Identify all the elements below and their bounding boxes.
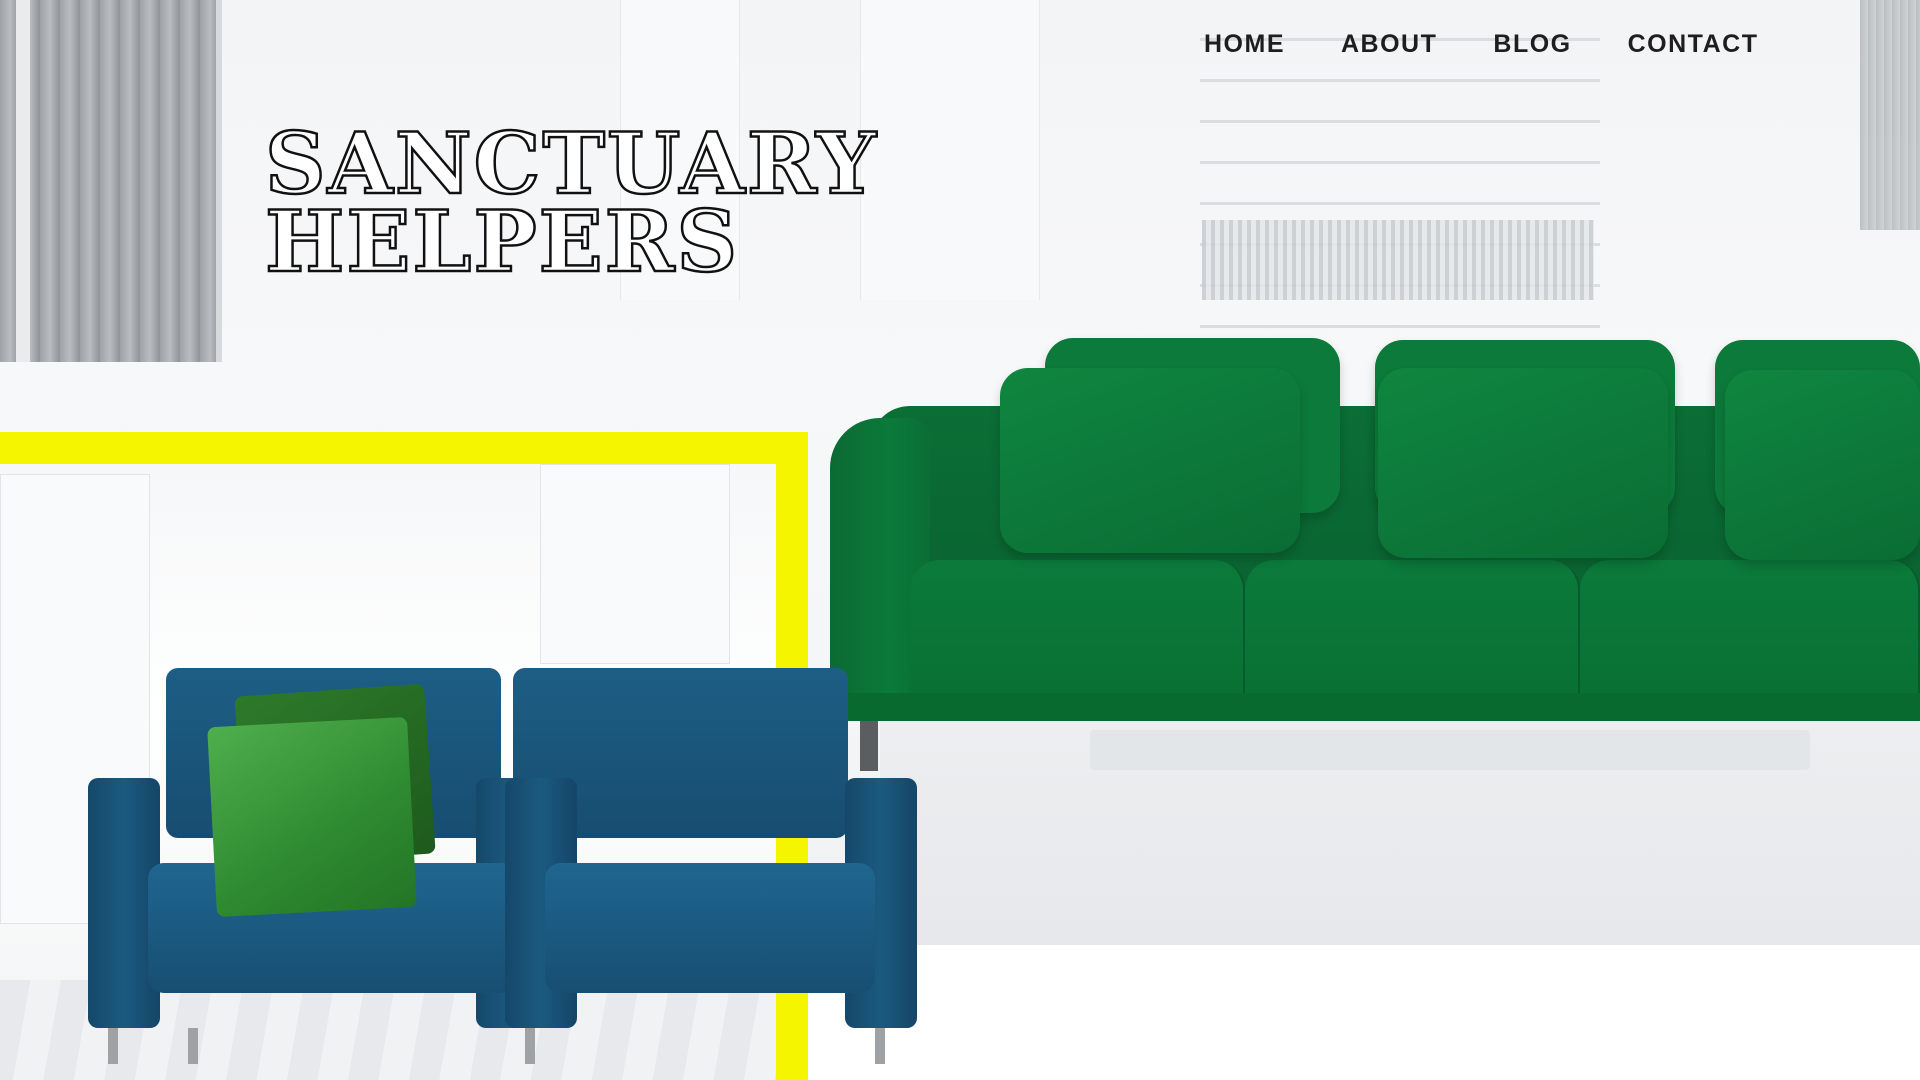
radiator <box>1202 220 1594 300</box>
window-left <box>0 0 222 362</box>
nav-contact-link[interactable]: CONTACT <box>1628 30 1759 59</box>
logo-line-2: HELPERS <box>264 192 740 291</box>
armchair-leg <box>525 1028 535 1064</box>
window-right <box>1860 0 1920 230</box>
armchair-seat <box>545 863 875 993</box>
nav-home-link[interactable]: HOME <box>1204 30 1285 59</box>
pillow-light-green <box>207 716 417 918</box>
armchair-leg <box>108 1028 118 1064</box>
blue-armchair-right <box>505 668 917 1080</box>
sofa-base <box>830 693 1920 721</box>
nav-blog-link[interactable]: BLOG <box>1493 30 1571 59</box>
sofa-cushion <box>1378 368 1668 558</box>
sofa-shadow <box>1090 730 1810 770</box>
nav-about-link[interactable]: ABOUT <box>1341 30 1437 59</box>
armchair-leg <box>875 1028 885 1064</box>
sofa-cushion <box>1000 368 1300 553</box>
site-logo[interactable]: SANCTUARY HELPERS <box>264 120 878 291</box>
wall-column <box>860 0 1040 300</box>
armchair-leg <box>188 1028 198 1064</box>
sofa-cushion <box>1725 370 1920 560</box>
green-sofa <box>830 338 1920 778</box>
main-nav: HOME ABOUT BLOG CONTACT <box>1204 30 1758 59</box>
